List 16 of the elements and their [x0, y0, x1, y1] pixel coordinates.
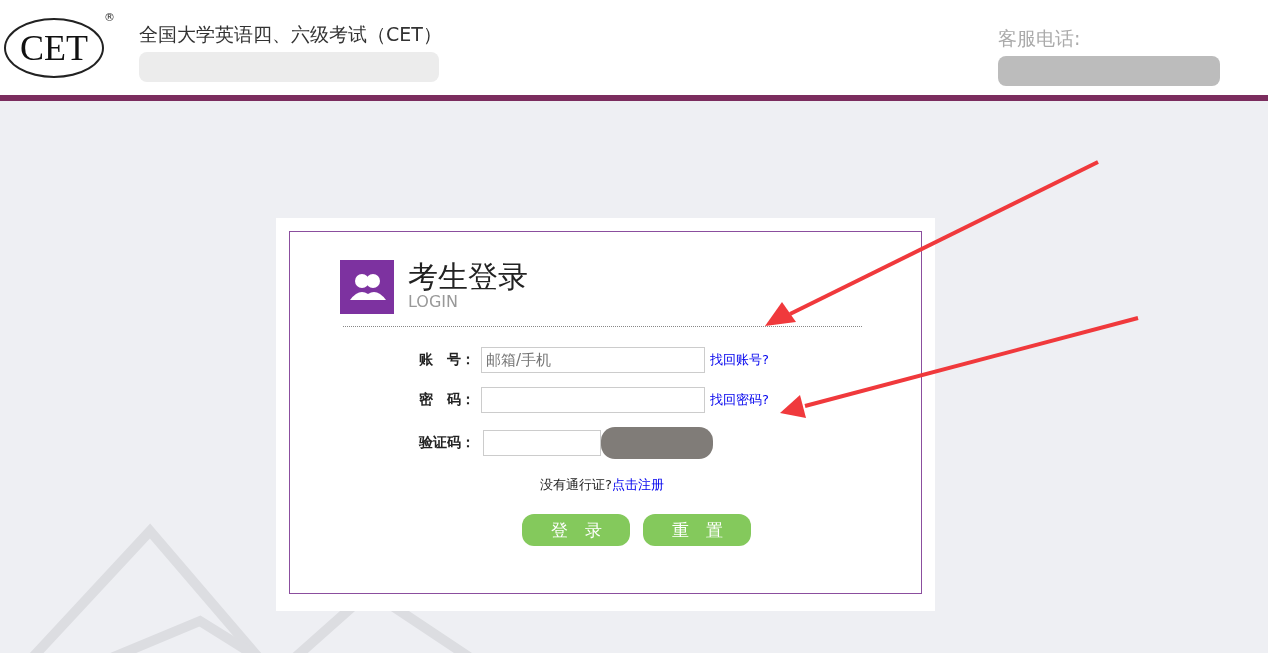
captcha-input[interactable] [483, 430, 601, 456]
phone-label: 客服电话: [998, 26, 1082, 51]
users-icon [340, 260, 394, 314]
login-title: 考生登录 [408, 260, 528, 294]
recover-link[interactable]: 找回账号? [710, 351, 769, 369]
field-label: 密 码： [418, 391, 475, 409]
password-input[interactable] [481, 387, 705, 413]
recover-link[interactable]: 找回密码? [710, 391, 769, 409]
field-label: 验证码： [418, 434, 475, 452]
field-label: 账 号： [418, 351, 475, 369]
site-title: 全国大学英语四、六级考试（CET） [139, 22, 439, 47]
account-input[interactable]: 邮箱/手机 [481, 347, 705, 373]
login-subtitle: LOGIN [408, 294, 460, 310]
cet-logo: CET ® [4, 12, 115, 78]
register-prompt: 没有通行证? [540, 477, 612, 492]
register-link[interactable]: 点击注册 [611, 477, 664, 492]
